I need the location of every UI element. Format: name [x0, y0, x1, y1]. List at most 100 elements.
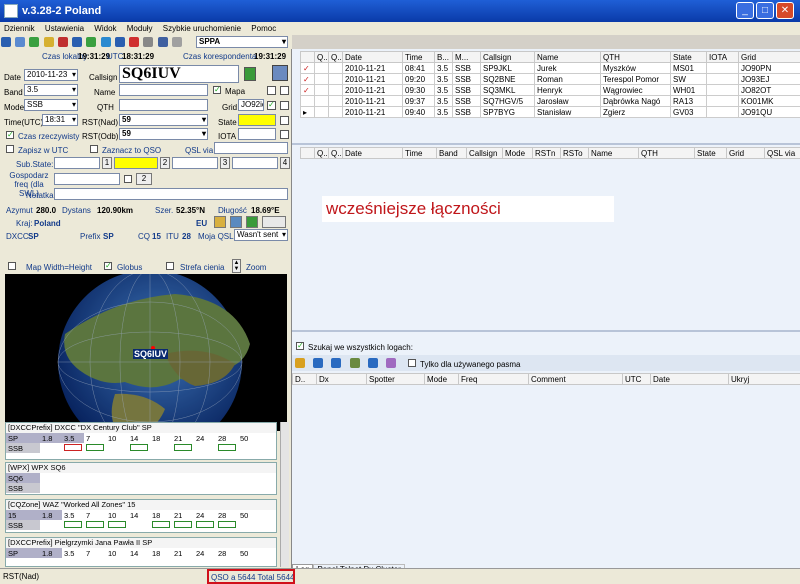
substate-field-2[interactable]	[114, 157, 158, 169]
table-row[interactable]: ✓ 2010-11-21 09:20 3.5 SSB SQ2BNE Roman Terespo…	[300, 73, 800, 85]
column-header[interactable]: Band	[436, 147, 467, 159]
grid-option-checkbox[interactable]	[280, 101, 289, 110]
column-header[interactable]: State	[670, 51, 707, 63]
my-qsl-select[interactable]: Wasn't sent	[234, 229, 288, 241]
column-header[interactable]: QTH	[638, 147, 695, 159]
callsign-field[interactable]: SQ6IUV	[119, 65, 239, 83]
column-header[interactable]: Date	[650, 373, 729, 385]
column-header[interactable]: QSL via	[764, 147, 800, 159]
globus-checkbox[interactable]	[104, 261, 112, 270]
column-header[interactable]	[300, 51, 315, 63]
log-table[interactable]: Q...Q...DateTimeB...M...CallsignNameQTHS…	[300, 51, 800, 118]
globe-icon[interactable]	[246, 216, 258, 228]
name-field[interactable]	[119, 84, 208, 96]
column-header[interactable]: M...	[452, 51, 481, 63]
column-header[interactable]: Name	[588, 147, 639, 159]
column-header[interactable]: Date	[342, 51, 403, 63]
column-header[interactable]: B...	[434, 51, 453, 63]
minimize-button[interactable]: _	[736, 2, 754, 19]
iota-checkbox[interactable]	[280, 130, 289, 139]
zoom-spinner[interactable]: ▲ ▼	[232, 259, 241, 273]
state-checkbox[interactable]	[280, 116, 289, 125]
edit-icon[interactable]	[43, 37, 54, 47]
column-header[interactable]: Spotter	[366, 373, 425, 385]
settings-icon[interactable]	[171, 37, 182, 47]
column-header[interactable]: Callsign	[466, 147, 503, 159]
column-header[interactable]: RSTn	[532, 147, 561, 159]
num-button-4[interactable]: 4	[280, 157, 290, 169]
delete-icon[interactable]	[57, 37, 68, 47]
table-row[interactable]: ✓ 2010-11-21 09:30 3.5 SSB SQ3MKL Henryk Wągrow…	[300, 84, 800, 96]
column-header[interactable]: IOTA	[706, 51, 739, 63]
table-row-selected[interactable]: ▸ 2010-11-21 09:40 3.5 SSB SP7BYG Stanisław Zgi…	[300, 106, 800, 118]
qth-field[interactable]	[119, 99, 208, 111]
column-header[interactable]: Q...	[328, 147, 343, 159]
column-header[interactable]: RSTo	[560, 147, 589, 159]
rst-rcvd-field[interactable]: 59	[119, 128, 208, 140]
num-button-3[interactable]: 3	[220, 157, 230, 169]
web-icon[interactable]	[230, 216, 242, 228]
strefa-checkbox[interactable]	[166, 262, 174, 270]
qrz-icon[interactable]	[272, 65, 288, 81]
column-header[interactable]: Grid	[726, 147, 765, 159]
column-header[interactable]: Mode	[424, 373, 459, 385]
column-header[interactable]: State	[694, 147, 727, 159]
save-utc-checkbox[interactable]	[6, 145, 14, 153]
column-header[interactable]: Ukryj	[728, 373, 800, 385]
search-all-logs-checkbox[interactable]	[296, 341, 304, 350]
menu-pomoc[interactable]: Pomoc	[247, 22, 280, 35]
menu-ustawienia[interactable]: Ustawienia	[41, 22, 88, 35]
play-icon[interactable]	[86, 37, 97, 47]
menu-szybkie-uruchomienie[interactable]: Szybkie uruchomienie	[159, 22, 245, 35]
column-header[interactable]: Mode	[502, 147, 533, 159]
num-button-2[interactable]: 2	[160, 157, 170, 169]
column-header[interactable]: UTC	[622, 373, 651, 385]
table-row[interactable]: ✓ 2010-11-21 08:41 3.5 SSB SP9JKL Jurek Myszków…	[300, 62, 800, 74]
square-icon[interactable]	[143, 37, 154, 47]
maximize-button[interactable]: □	[756, 2, 774, 19]
menu-moduly[interactable]: Moduły	[123, 22, 157, 35]
num-button-1[interactable]: 1	[102, 157, 112, 169]
state-field[interactable]	[238, 114, 276, 126]
list-icon[interactable]	[367, 358, 378, 368]
disk-icon[interactable]	[72, 37, 83, 47]
qsl-card-icon[interactable]	[214, 216, 226, 228]
band-only-checkbox[interactable]	[408, 359, 416, 367]
column-header[interactable]: Date	[342, 147, 403, 159]
skip-icon[interactable]	[100, 37, 111, 47]
stop-icon[interactable]	[114, 37, 125, 47]
column-header[interactable]: Grid	[738, 51, 800, 63]
column-header[interactable]: Name	[534, 51, 601, 63]
save-icon[interactable]	[1, 37, 11, 47]
gospodarz-button[interactable]: 2	[136, 173, 152, 185]
column-header[interactable]: Q...	[314, 51, 329, 63]
menu-widok[interactable]: Widok	[90, 22, 120, 35]
column-header[interactable]: Time	[402, 147, 437, 159]
column-header[interactable]: Dx	[316, 373, 367, 385]
more-icon[interactable]	[262, 216, 286, 228]
column-header[interactable]: Q...	[328, 51, 343, 63]
notatka-field[interactable]	[54, 188, 288, 200]
grid-field[interactable]: JO92ic	[238, 99, 264, 111]
column-header[interactable]: Comment	[528, 373, 623, 385]
filter-icon[interactable]	[295, 358, 305, 368]
substate-field-4[interactable]	[232, 157, 278, 169]
substate-field-3[interactable]	[172, 157, 218, 169]
mark-qso-checkbox[interactable]	[90, 145, 98, 153]
iota-field[interactable]	[238, 128, 276, 140]
option-checkbox-1[interactable]	[267, 86, 276, 95]
column-header[interactable]: Callsign	[480, 51, 535, 63]
close-button[interactable]: ✕	[776, 2, 794, 19]
date-field[interactable]: 2010-11-23	[24, 69, 78, 81]
open-icon[interactable]	[15, 37, 26, 47]
column-header[interactable]: Freq	[458, 373, 529, 385]
column-header[interactable]: Time	[402, 51, 435, 63]
previous-qso-table[interactable]: Q...Q...DateTimeBandCallsignModeRSTnRSTo…	[300, 147, 800, 159]
map-width-height-checkbox[interactable]	[8, 262, 16, 270]
gospodarz-checkbox[interactable]	[124, 175, 132, 183]
cluster-table[interactable]: D.. Dx Spotter Mode Freq Comment UTC Date Ukryj	[292, 373, 800, 385]
gospodarz-field[interactable]	[54, 173, 120, 185]
refresh-icon[interactable]	[349, 358, 360, 368]
substate-field-1[interactable]	[54, 157, 100, 169]
time-field[interactable]: 18:31	[42, 114, 78, 126]
